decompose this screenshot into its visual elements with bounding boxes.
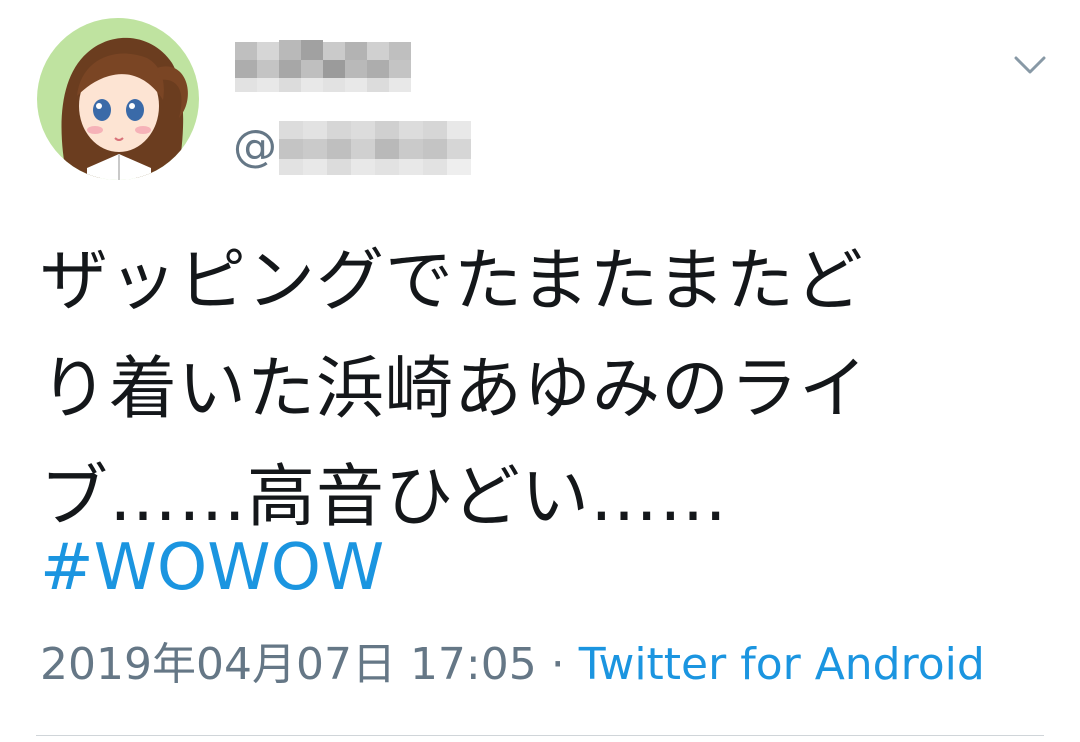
avatar[interactable] [37,18,199,180]
meta-separator: · [550,639,565,690]
tweet-text: ザッピングでたまたまたど り着いた浜崎あゆみのライ ブ……高音ひどい…… [40,242,869,537]
handle-redacted [279,121,471,175]
divider [36,735,1044,736]
tweet-timestamp[interactable]: 2019年04月07日 17:05 [40,632,537,698]
tweet-meta: 2019年04月07日 17:05 · Twitter for Android [40,632,985,698]
display-name-redacted[interactable] [235,38,415,98]
tweet-card: @ ザッピングでたまたまたど り着いた浜崎あゆみのライ ブ……高音ひどい…… #… [0,0,1080,742]
chevron-down-icon[interactable] [1010,50,1050,80]
hashtag-link[interactable]: #WOWOW [40,520,384,616]
user-handle[interactable]: @ [233,112,474,182]
handle-at-sign: @ [233,121,277,172]
tweet-source-link[interactable]: Twitter for Android [579,632,985,698]
